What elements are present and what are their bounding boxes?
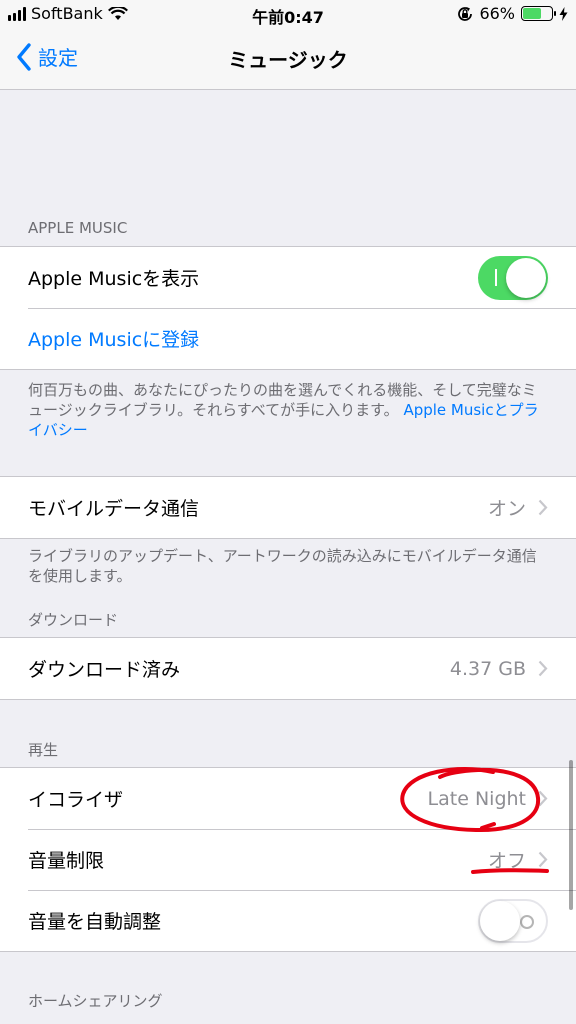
section-header-download: ダウンロード [28,611,119,629]
download-group: ダウンロード済み 4.37 GB [0,637,576,700]
sound-check-toggle[interactable] [478,898,548,943]
toggle-on-mark-icon [495,268,497,286]
apple-music-group: Apple Musicを表示 Apple Musicに登録 [0,246,576,370]
status-bar: SoftBank 午前0:47 66% [0,0,576,30]
sound-check-row: 音量を自動調整 [0,890,576,951]
section-header-playback: 再生 [28,741,59,759]
sound-check-label: 音量を自動調整 [28,911,162,933]
cellular-group: モバイルデータ通信 オン [0,476,576,539]
cellular-value: オン [487,498,526,520]
toggle-knob [480,900,520,941]
battery-level-fill [523,8,542,19]
cellular-label: モバイルデータ通信 [28,498,200,520]
cellular-row[interactable]: モバイルデータ通信 オン [0,477,576,538]
annotation-underline-mark [471,868,549,874]
equalizer-label: イコライザ [28,789,124,811]
downloaded-row[interactable]: ダウンロード済み 4.37 GB [0,638,576,699]
apple-music-signup-link[interactable]: Apple Musicに登録 [28,325,199,352]
status-right: 66% [457,4,568,23]
toggle-knob [506,257,546,298]
apple-music-signup-row[interactable]: Apple Musicに登録 [0,308,576,369]
rotation-lock-icon [458,6,473,21]
page-title: ミュージック [228,48,348,72]
scrollbar[interactable] [569,760,573,910]
volume-limit-row[interactable]: 音量制限 オフ [0,829,576,890]
volume-limit-label: 音量制限 [28,850,105,872]
battery-percent: 66% [479,4,515,23]
battery-icon [521,6,556,21]
apple-music-footer: 何百万もの曲、あなたにぴったりの曲を選んでくれる機能、そして完璧なミュージックラ… [28,380,548,440]
cellular-footer: ライブラリのアップデート、アートワークの読み込みにモバイルデータ通信を使用します… [28,547,537,585]
chevron-right-icon [538,660,548,677]
navigation-bar: 設定 ミュージック [0,30,576,90]
show-apple-music-row: Apple Musicを表示 [0,247,576,308]
section-header-home-sharing: ホームシェアリング [28,992,163,1010]
chevron-right-icon [538,499,548,516]
toggle-off-mark-icon [520,914,534,929]
show-apple-music-label: Apple Musicを表示 [28,268,200,290]
annotation-circle-mark [400,766,541,833]
downloaded-size: 4.37 GB [449,657,526,680]
show-apple-music-toggle[interactable] [478,255,548,300]
downloaded-label: ダウンロード済み [28,659,181,681]
section-header-apple-music: APPLE MUSIC [28,219,128,237]
charging-bolt-icon [559,6,568,21]
